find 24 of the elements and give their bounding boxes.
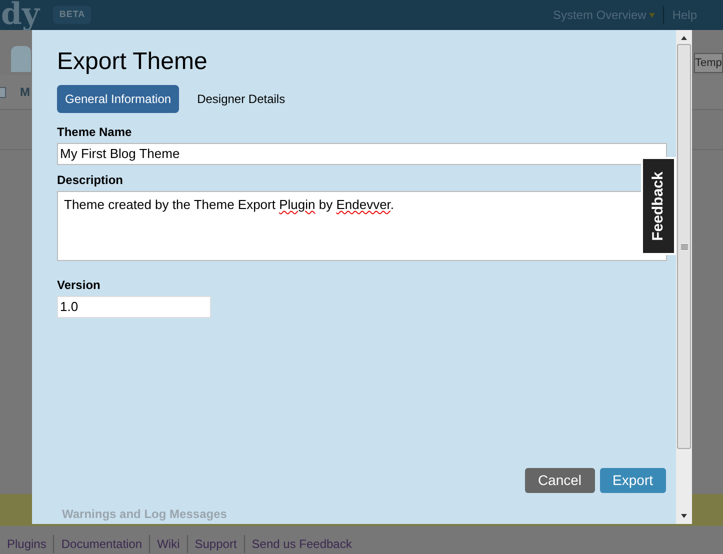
tab[interactable]: Designer Details	[189, 85, 294, 113]
beta-badge: BETA	[53, 6, 92, 24]
footer-link[interactable]: Send us Feedback	[244, 535, 359, 553]
export-button[interactable]: Export	[600, 468, 666, 493]
feedback-tab[interactable]: Feedback	[641, 157, 676, 255]
footer-link[interactable]: Support	[186, 535, 244, 553]
caret-icon	[649, 12, 656, 18]
footer-link[interactable]: Documentation	[53, 535, 150, 553]
text-field[interactable]: My First Blog Theme	[57, 143, 667, 165]
tab[interactable]: Temp	[694, 53, 723, 73]
scrollbar[interactable]	[676, 30, 692, 524]
text-field[interactable]: 1.0	[57, 296, 211, 318]
logo[interactable]: dy	[1, 0, 40, 30]
nav-tab[interactable]	[11, 46, 31, 72]
footer-link[interactable]: Plugins	[0, 535, 54, 553]
section-heading: Warnings and Log Messages	[62, 506, 228, 523]
field-label: Theme Name	[57, 124, 133, 141]
column-header: M	[20, 84, 30, 101]
cancel-button[interactable]: Cancel	[524, 468, 595, 493]
scrollbar-thumb[interactable]	[677, 44, 691, 449]
dialog-title: Export Theme	[57, 48, 208, 76]
field-label: Version	[57, 277, 102, 294]
tab[interactable]: General Information	[57, 85, 180, 113]
footer-link[interactable]: Wiki	[149, 535, 187, 553]
